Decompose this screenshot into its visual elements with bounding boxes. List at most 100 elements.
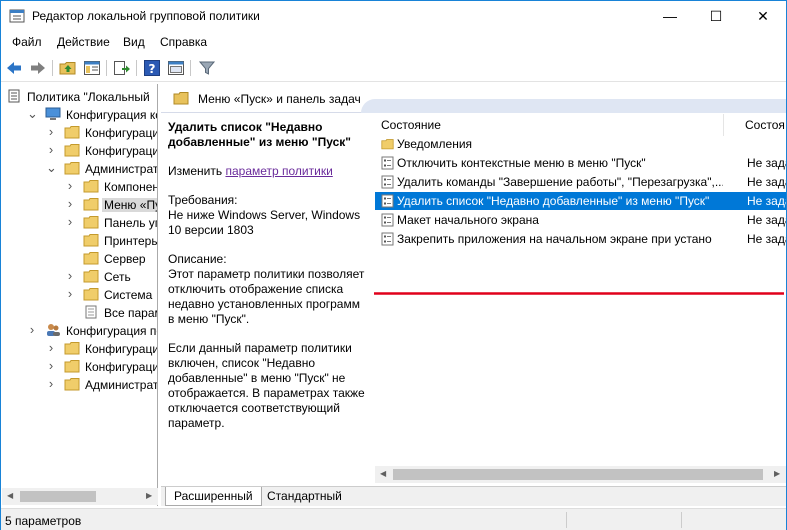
folder-icon (83, 215, 99, 229)
menu-file[interactable]: Файл (12, 35, 42, 49)
tree-item[interactable]: › Компоненты (2, 178, 157, 196)
edit-policy-link[interactable]: параметр политики (225, 164, 332, 178)
close-button[interactable]: ✕ (740, 1, 786, 31)
policy-setting-icon (381, 156, 394, 170)
chevron-down-icon[interactable]: ⌄ (27, 107, 38, 120)
scroll-thumb[interactable] (20, 491, 96, 502)
status-bar: 5 параметров (1, 508, 786, 530)
list-item[interactable]: Закрепить приложения на начальном экране… (375, 230, 786, 248)
description-text-1: Этот параметр политики позволяет отключи… (168, 267, 365, 326)
scroll-left-icon[interactable]: ◀ (7, 491, 13, 500)
tree-horizontal-scrollbar[interactable]: ◀ ▶ (2, 488, 158, 505)
tree-item[interactable]: ⌄ Конфигурация комп (2, 106, 157, 124)
folder-icon (64, 377, 80, 391)
chevron-right-icon[interactable]: › (65, 179, 75, 192)
setting-name: Уведомления (397, 137, 473, 151)
tree-item[interactable]: › Меню «Пуск» (2, 196, 157, 214)
tree-item[interactable]: › Конфигурация п (2, 340, 158, 358)
setting-name: Удалить команды "Завершение работы", "Пе… (397, 175, 723, 189)
maximize-button[interactable]: ☐ (693, 1, 739, 31)
settings-list: Состояние Состоя Уведомления Отключить ко… (375, 114, 786, 486)
policy-setting-icon (381, 194, 394, 208)
minimize-icon: — (663, 8, 677, 24)
toolbar-separator (106, 60, 107, 76)
tab-standard[interactable]: Стандартный (259, 487, 350, 506)
tree-item[interactable]: Политика "Локальный (2, 88, 157, 106)
menu-action[interactable]: Действие (57, 35, 110, 49)
tree-item-label: Компоненты (104, 180, 157, 194)
properties-icon[interactable] (167, 59, 185, 77)
tree-item-label: Административн (85, 162, 158, 176)
description-text-2: Если данный параметр политики включен, с… (168, 341, 365, 430)
tree-item[interactable]: › Конфигурация п (2, 124, 158, 142)
policy-setting-icon (381, 232, 394, 246)
tree-item[interactable]: ⌄ Административн (2, 160, 158, 178)
export-icon[interactable] (113, 59, 131, 77)
chevron-right-icon[interactable]: › (46, 359, 56, 372)
setting-name: Удалить список "Недавно добавленные" из … (397, 194, 710, 208)
tree-item[interactable]: › Система (2, 286, 157, 304)
chevron-right-icon[interactable]: › (65, 269, 75, 282)
menu-view[interactable]: Вид (123, 35, 145, 49)
list-item[interactable]: Макет начального экрана Не зада (375, 211, 786, 229)
tree-item-label: Конфигурация п (85, 126, 158, 140)
list-item-selected[interactable]: Удалить список "Недавно добавленные" из … (375, 192, 786, 210)
show-tree-icon[interactable] (83, 59, 101, 77)
scroll-right-icon[interactable]: ▶ (774, 469, 780, 478)
tree-item[interactable]: Все параметр (2, 304, 157, 322)
tree-item-label: Сеть (104, 270, 131, 284)
tree-item-label: Конфигурация W (85, 360, 158, 374)
policy-editor-icon (9, 9, 25, 23)
tab-extended[interactable]: Расширенный (165, 487, 262, 506)
up-folder-icon[interactable] (59, 59, 77, 77)
tree-item[interactable]: › Конфигурация поль (2, 322, 157, 340)
menu-help[interactable]: Справка (160, 35, 207, 49)
tree-item[interactable]: Принтеры (2, 232, 157, 250)
chevron-right-icon[interactable]: › (27, 323, 37, 336)
details-pane: Меню «Пуск» и панель задач Удалить списо… (161, 84, 786, 506)
chevron-right-icon[interactable]: › (46, 377, 56, 390)
help-icon[interactable]: ? (143, 59, 161, 77)
forward-icon[interactable] (29, 59, 47, 77)
tree-item[interactable]: Сервер (2, 250, 157, 268)
chevron-right-icon[interactable]: › (65, 287, 75, 300)
folder-icon (83, 197, 99, 211)
tree-item[interactable]: › Конфигурация W (2, 358, 158, 376)
column-header-setting[interactable]: Состояние (381, 114, 441, 136)
title-bar: Редактор локальной групповой политики — … (1, 1, 786, 31)
list-horizontal-scrollbar[interactable]: ◀ ▶ (375, 466, 786, 483)
minimize-button[interactable]: — (647, 1, 693, 31)
tree-item[interactable]: › Административн (2, 376, 158, 394)
scroll-left-icon[interactable]: ◀ (380, 469, 386, 478)
tree-item-label: Конфигурация п (85, 342, 158, 356)
chevron-right-icon[interactable]: › (46, 125, 56, 138)
scroll-right-icon[interactable]: ▶ (146, 491, 152, 500)
extended-description: Удалить список "Недавно добавленные" из … (161, 114, 374, 486)
back-icon[interactable] (5, 59, 23, 77)
tree-item-label: Панель упра (104, 216, 157, 230)
folder-icon (83, 287, 99, 301)
chevron-right-icon[interactable]: › (65, 197, 75, 210)
list-item[interactable]: Уведомления (375, 135, 786, 153)
chevron-right-icon[interactable]: › (46, 341, 56, 354)
scroll-thumb[interactable] (393, 469, 763, 480)
folder-icon (83, 179, 99, 193)
console-tree: Политика "Локальный ⌄ Конфигурация комп › Ко… (2, 84, 158, 506)
header-decoration (361, 99, 786, 113)
column-divider[interactable] (723, 114, 724, 136)
chevron-right-icon[interactable]: › (65, 215, 75, 228)
setting-name: Макет начального экрана (397, 213, 539, 227)
chevron-down-icon[interactable]: ⌄ (46, 161, 57, 174)
red-underline-annotation (374, 292, 784, 295)
chevron-right-icon[interactable]: › (46, 143, 56, 156)
setting-state: Не зада (747, 175, 786, 189)
filter-icon[interactable] (198, 59, 216, 77)
tree-item[interactable]: › Конфигурация W (2, 142, 157, 160)
column-header-state[interactable]: Состоя (745, 114, 785, 136)
list-item[interactable]: Отключить контекстные меню в меню "Пуск"… (375, 154, 786, 172)
tree-item[interactable]: › Сеть (2, 268, 157, 286)
list-item[interactable]: Удалить команды "Завершение работы", "Пе… (375, 173, 786, 191)
tree-item[interactable]: › Панель упра (2, 214, 157, 232)
computer-icon (45, 107, 61, 121)
tree-item-label: Административн (85, 378, 158, 392)
